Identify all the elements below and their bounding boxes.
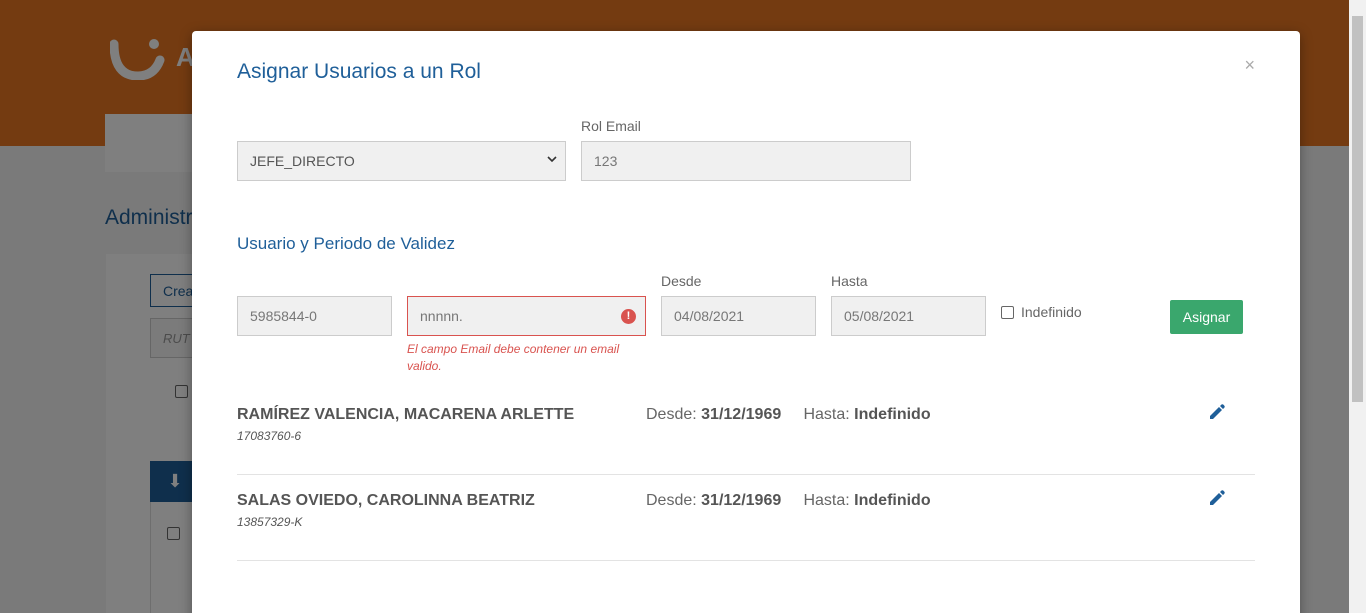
desde-label: Desde: — [646, 492, 697, 509]
desde-label: Desde — [661, 273, 702, 289]
list-item: SALAS OVIEDO, CAROLINNA BEATRIZ 13857329… — [237, 475, 1255, 561]
user-validity: Desde: 31/12/1969 Hasta: Indefinido — [646, 492, 931, 510]
assign-users-modal: Asignar Usuarios a un Rol × JEFE_DIRECTO… — [192, 31, 1300, 613]
email-field[interactable]: nnnnn. ! — [407, 296, 646, 336]
desde-date-field[interactable]: 04/08/2021 — [661, 296, 816, 336]
hasta-value: Indefinido — [854, 406, 931, 423]
role-select[interactable]: JEFE_DIRECTO — [237, 141, 566, 181]
indefinido-checkbox[interactable] — [1001, 306, 1014, 319]
pencil-icon[interactable] — [1208, 403, 1226, 421]
hasta-label: Hasta — [831, 273, 868, 289]
desde-value: 31/12/1969 — [701, 406, 782, 423]
rut-field[interactable]: 5985844-0 — [237, 296, 392, 336]
user-rut: 13857329-K — [237, 515, 303, 529]
user-name: SALAS OVIEDO, CAROLINNA BEATRIZ — [237, 492, 535, 509]
hasta-date-field[interactable]: 05/08/2021 — [831, 296, 986, 336]
user-validity: Desde: 31/12/1969 Hasta: Indefinido — [646, 406, 931, 424]
hasta-label: Hasta: — [803, 406, 850, 423]
rol-email-field[interactable]: 123 — [581, 141, 911, 181]
user-rut: 17083760-6 — [237, 429, 302, 443]
hasta-value: Indefinido — [854, 492, 931, 509]
list-item: RAMÍREZ VALENCIA, MACARENA ARLETTE 17083… — [237, 389, 1255, 475]
section-title: Usuario y Periodo de Validez — [237, 234, 455, 253]
assign-button[interactable]: Asignar — [1170, 300, 1243, 334]
email-error-message: El campo Email debe contener un email va… — [407, 342, 620, 373]
email-field-value: nnnnn. — [420, 308, 463, 324]
indefinido-label[interactable]: Indefinido — [1021, 304, 1082, 320]
hasta-label: Hasta: — [803, 492, 850, 509]
pencil-icon[interactable] — [1208, 489, 1226, 507]
modal-title: Asignar Usuarios a un Rol — [237, 60, 481, 83]
scrollbar-thumb[interactable] — [1352, 16, 1363, 402]
desde-value: 31/12/1969 — [701, 492, 782, 509]
chevron-down-icon — [547, 156, 557, 163]
error-icon: ! — [621, 309, 636, 324]
close-icon[interactable]: × — [1244, 55, 1255, 76]
page-scrollbar[interactable] — [1349, 0, 1366, 613]
desde-label: Desde: — [646, 406, 697, 423]
rol-email-label: Rol Email — [581, 118, 641, 134]
role-select-value: JEFE_DIRECTO — [250, 153, 355, 169]
user-name: RAMÍREZ VALENCIA, MACARENA ARLETTE — [237, 406, 575, 423]
